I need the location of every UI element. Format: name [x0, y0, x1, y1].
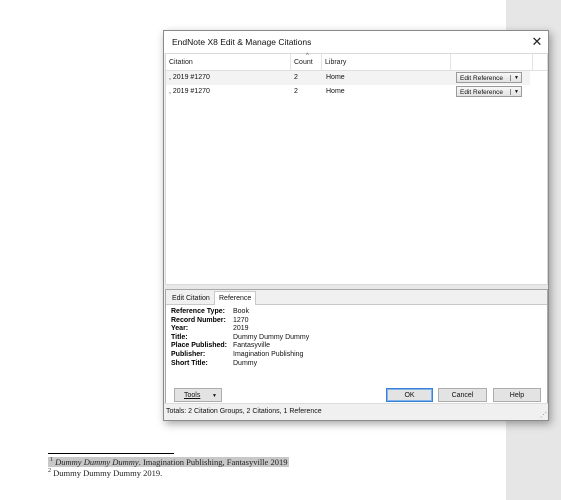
table-row[interactable]: , 2019 #1270 2 Home Edit Reference ▼ — [166, 71, 530, 85]
cancel-button[interactable]: Cancel — [438, 388, 487, 402]
column-header-citation[interactable]: Citation — [166, 54, 291, 70]
tab-strip: Edit Citation Reference — [166, 290, 547, 305]
footnote-2-text: Dummy Dummy Dummy 2019. — [51, 468, 163, 478]
tools-button[interactable]: Tools ▼ — [174, 388, 222, 402]
citation-cell: , 2019 #1270 — [169, 88, 210, 95]
footnote-1[interactable]: 1 Dummy Dummy Dummy. Imagination Publish… — [48, 457, 290, 467]
field-label: Record Number: — [171, 316, 226, 324]
edit-manage-citations-dialog: EndNote X8 Edit & Manage Citations ✕ Cit… — [163, 30, 549, 421]
field-value: Fantasyville — [233, 342, 270, 350]
chevron-down-icon: ▼ — [212, 393, 217, 399]
field-label: Publisher: — [171, 350, 206, 358]
field-label: Short Title: — [171, 359, 208, 367]
chevron-down-icon[interactable]: ▼ — [514, 87, 519, 98]
library-cell: Home — [326, 88, 345, 95]
edit-reference-button[interactable]: Edit Reference ▼ — [456, 86, 522, 97]
close-icon[interactable]: ✕ — [526, 31, 548, 53]
status-bar: Totals: 2 Citation Groups, 2 Citations, … — [164, 403, 548, 420]
field-value: Imagination Publishing — [233, 350, 304, 358]
tab-reference[interactable]: Reference — [214, 291, 257, 305]
field-value: Book — [233, 308, 249, 315]
edit-reference-label: Edit Reference — [460, 89, 503, 96]
tools-label: Tools — [184, 392, 201, 399]
field-value: Dummy — [233, 359, 258, 367]
field-label: Year: — [171, 325, 189, 333]
dialog-title: EndNote X8 Edit & Manage Citations — [172, 37, 312, 47]
button-separator — [510, 75, 511, 81]
edit-reference-label: Edit Reference — [460, 75, 503, 82]
library-cell: Home — [326, 74, 345, 81]
grid-header: Citation Count ^ Library — [166, 53, 547, 71]
footnote-1-number: 1 — [50, 457, 53, 464]
sort-up-icon: ^ — [306, 53, 309, 59]
dialog-titlebar[interactable]: EndNote X8 Edit & Manage Citations ✕ — [164, 31, 548, 53]
edit-reference-button[interactable]: Edit Reference ▼ — [456, 72, 522, 83]
field-value: 2019 — [233, 325, 249, 333]
details-panel: Edit Citation Reference Reference Type: B… — [165, 289, 548, 404]
citation-grid: Citation Count ^ Library , 2019 #1270 2 … — [165, 53, 548, 285]
column-header-library[interactable]: Library — [322, 54, 451, 70]
field-label: Reference Type: — [171, 308, 225, 315]
field-label: Place Published: — [171, 342, 228, 350]
field-value: Dummy Dummy Dummy — [233, 333, 310, 341]
ok-button[interactable]: OK — [386, 388, 433, 402]
field-label: Title: — [171, 333, 188, 341]
status-text: Totals: 2 Citation Groups, 2 Citations, … — [166, 408, 322, 415]
column-header-action — [451, 54, 533, 70]
count-cell: 2 — [294, 88, 298, 95]
field-value: 1270 — [233, 316, 249, 324]
footnote-1-rest: . Imagination Publishing, Fantasyville 2… — [138, 457, 288, 467]
resize-grip-icon[interactable]: ⋰ — [540, 411, 547, 419]
help-button[interactable]: Help — [493, 388, 541, 402]
chevron-down-icon[interactable]: ▼ — [514, 73, 519, 84]
tab-edit-citation[interactable]: Edit Citation — [168, 292, 214, 304]
citation-cell: , 2019 #1270 — [169, 74, 210, 81]
button-separator — [510, 89, 511, 95]
footnote-1-title: Dummy Dummy Dummy — [55, 457, 139, 467]
footnote-2[interactable]: 2 Dummy Dummy Dummy 2019. — [48, 468, 162, 478]
count-cell: 2 — [294, 74, 298, 81]
footnote-separator — [48, 453, 174, 454]
table-row[interactable]: , 2019 #1270 2 Home Edit Reference ▼ — [166, 85, 530, 99]
